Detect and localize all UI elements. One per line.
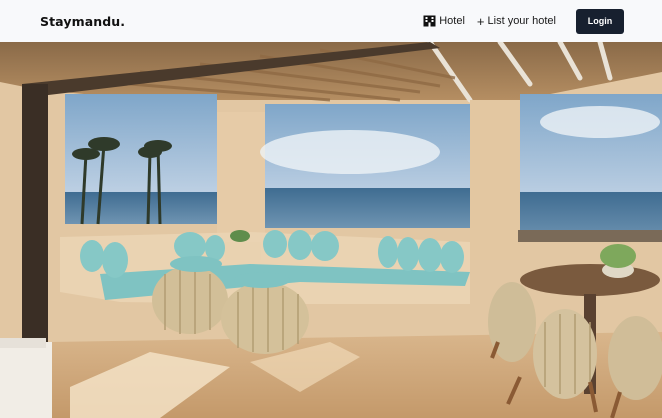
hero-photo-illustration: [0, 42, 662, 418]
list-your-hotel-link[interactable]: + List your hotel: [477, 15, 556, 28]
nav-links: Hotel + List your hotel Login: [423, 8, 624, 34]
plus-icon: +: [476, 13, 485, 29]
login-button[interactable]: Login: [576, 8, 624, 34]
top-navbar: Staymandu. Hotel + List your hotel Login: [0, 0, 662, 42]
hotel-icon: [423, 15, 436, 27]
hotel-nav-link[interactable]: Hotel: [423, 15, 465, 27]
brand-logo[interactable]: Staymandu.: [40, 14, 125, 29]
list-hotel-label: List your hotel: [487, 15, 556, 27]
hotel-nav-label: Hotel: [439, 15, 465, 27]
hero-image: [0, 42, 662, 418]
